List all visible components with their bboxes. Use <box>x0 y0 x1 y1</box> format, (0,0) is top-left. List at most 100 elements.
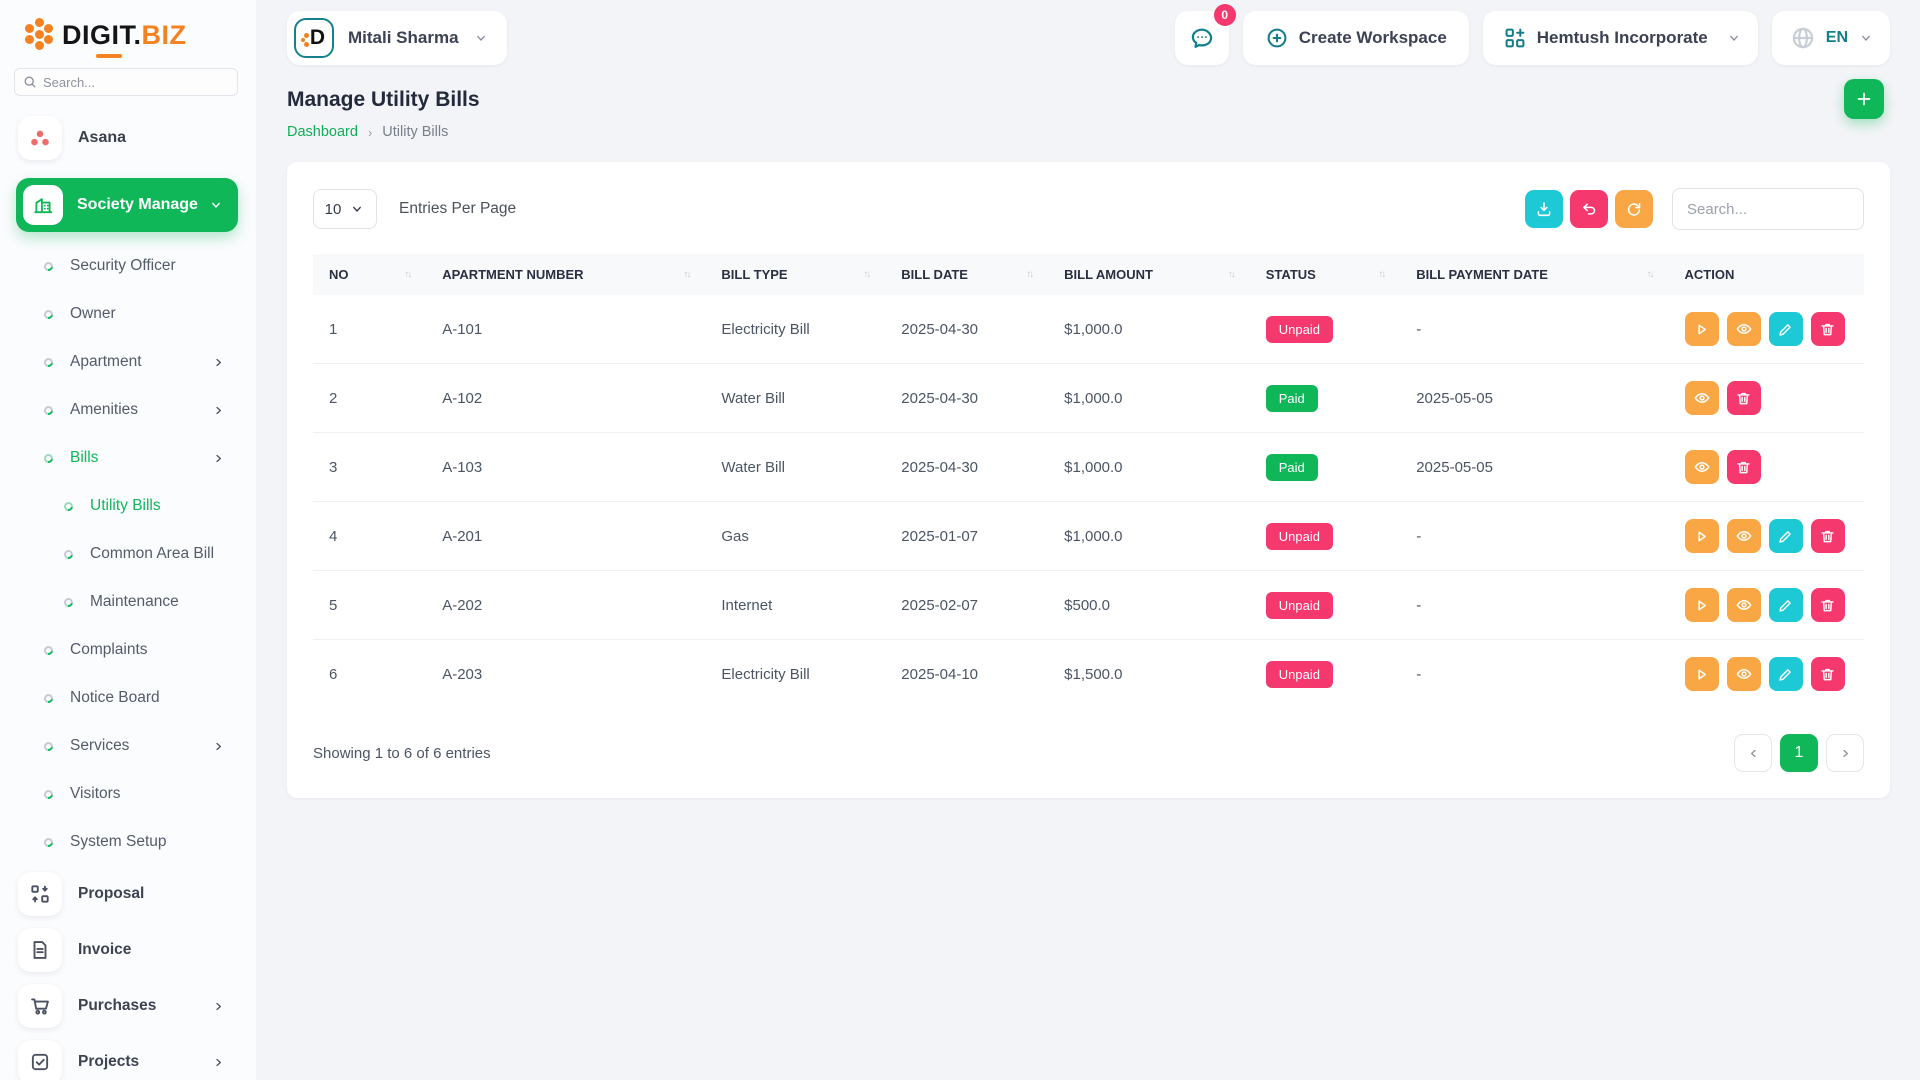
edit-button[interactable] <box>1769 519 1803 553</box>
sort-icon: ↑↓ <box>1026 269 1032 280</box>
column-header-bill-amount[interactable]: BILL AMOUNT↑↓ <box>1048 254 1250 295</box>
edit-button[interactable] <box>1769 588 1803 622</box>
delete-button[interactable] <box>1811 519 1845 553</box>
cell-action <box>1669 295 1864 364</box>
sidebar-search-input[interactable] <box>14 68 238 96</box>
column-header-action: ACTION <box>1669 254 1864 295</box>
sidebar-item-asana[interactable]: Asana <box>0 96 256 166</box>
sidebar-item-complaints[interactable]: Complaints <box>0 626 256 674</box>
pagination-prev-button[interactable] <box>1734 734 1772 772</box>
company-selector[interactable]: Hemtush Incorporate <box>1483 11 1758 65</box>
cell-bill-date: 2025-01-07 <box>885 502 1048 571</box>
trash-icon <box>1819 597 1836 614</box>
column-header-bill-payment-date[interactable]: BILL PAYMENT DATE↑↓ <box>1400 254 1668 295</box>
pay-button[interactable] <box>1685 588 1719 622</box>
delete-button[interactable] <box>1811 588 1845 622</box>
cell-bill-type: Water Bill <box>705 364 885 433</box>
view-button[interactable] <box>1685 381 1719 415</box>
chevron-right-icon <box>211 355 226 370</box>
sidebar-item-label: Owner <box>70 305 226 323</box>
sidebar-item-utility-bills[interactable]: Utility Bills <box>0 482 256 530</box>
brand-logo[interactable]: DIGIT.BIZ <box>0 14 256 52</box>
column-header-bill-date[interactable]: BILL DATE↑↓ <box>885 254 1048 295</box>
status-badge: Paid <box>1266 385 1318 412</box>
sidebar-item-amenities[interactable]: Amenities <box>0 386 256 434</box>
cell-bill-type: Internet <box>705 571 885 640</box>
workspace-user-name: Mitali Sharma <box>348 28 459 48</box>
table-row: 1A-101Electricity Bill2025-04-30$1,000.0… <box>313 295 1864 364</box>
breadcrumb-dashboard-link[interactable]: Dashboard <box>287 124 358 140</box>
sidebar-item-invoice[interactable]: Invoice <box>0 922 256 978</box>
pay-button[interactable] <box>1685 312 1719 346</box>
sidebar-item-bills[interactable]: Bills <box>0 434 256 482</box>
brand-name: DIGIT.BIZ <box>62 20 187 51</box>
download-button[interactable] <box>1525 190 1563 228</box>
asana-icon <box>18 116 62 160</box>
create-workspace-button[interactable]: Create Workspace <box>1243 11 1469 65</box>
sidebar-item-common-area-bill[interactable]: Common Area Bill <box>0 530 256 578</box>
chevron-down-icon <box>349 201 365 217</box>
language-selector[interactable]: EN <box>1772 11 1890 65</box>
sidebar-item-label: Asana <box>78 129 126 147</box>
column-header-apartment-number[interactable]: APARTMENT NUMBER↑↓ <box>426 254 705 295</box>
pagination-page-1-button[interactable]: 1 <box>1780 734 1818 772</box>
pagination-next-button[interactable] <box>1826 734 1864 772</box>
sidebar-item-proposal[interactable]: Proposal <box>0 866 256 922</box>
breadcrumb-current: Utility Bills <box>382 124 448 140</box>
chat-button[interactable]: 0 <box>1175 11 1229 65</box>
entries-per-page-select[interactable]: 10 <box>313 189 377 229</box>
cell-bill-date: 2025-02-07 <box>885 571 1048 640</box>
edit-button[interactable] <box>1769 657 1803 691</box>
sidebar-item-services[interactable]: Services <box>0 722 256 770</box>
delete-button[interactable] <box>1811 312 1845 346</box>
pay-button[interactable] <box>1685 657 1719 691</box>
delete-button[interactable] <box>1811 657 1845 691</box>
view-icon <box>1735 320 1753 338</box>
bullet-icon <box>42 260 55 273</box>
trash-icon <box>1819 666 1836 683</box>
sidebar-item-system-setup[interactable]: System Setup <box>0 818 256 866</box>
sidebar-group-society-manage[interactable]: Society Manage <box>16 178 238 232</box>
view-button[interactable] <box>1727 657 1761 691</box>
view-icon <box>1693 389 1711 407</box>
edit-button[interactable] <box>1769 312 1803 346</box>
refresh-button[interactable] <box>1615 190 1653 228</box>
sidebar-item-label: Security Officer <box>70 257 226 275</box>
table-row: 6A-203Electricity Bill2025-04-10$1,500.0… <box>313 640 1864 709</box>
undo-button[interactable] <box>1570 190 1608 228</box>
sidebar-item-apartment[interactable]: Apartment <box>0 338 256 386</box>
check-square-icon <box>18 1040 62 1080</box>
edit-icon <box>1777 321 1794 338</box>
table-search-input[interactable] <box>1672 188 1864 230</box>
entries-per-page-label: Entries Per Page <box>399 200 516 218</box>
view-icon <box>1693 458 1711 476</box>
chevron-right-icon <box>211 403 226 418</box>
bills-table: NO↑↓APARTMENT NUMBER↑↓BILL TYPE↑↓BILL DA… <box>313 254 1864 708</box>
add-bill-button[interactable] <box>1844 79 1884 119</box>
sidebar-item-security-officer[interactable]: Security Officer <box>0 242 256 290</box>
workspace-selector[interactable]: D Mitali Sharma <box>287 11 507 65</box>
sidebar-item-notice-board[interactable]: Notice Board <box>0 674 256 722</box>
column-header-bill-type[interactable]: BILL TYPE↑↓ <box>705 254 885 295</box>
sidebar-item-purchases[interactable]: Purchases <box>0 978 256 1034</box>
view-button[interactable] <box>1727 588 1761 622</box>
view-button[interactable] <box>1685 450 1719 484</box>
sidebar-item-owner[interactable]: Owner <box>0 290 256 338</box>
pay-icon <box>1693 528 1710 545</box>
trash-icon <box>1819 528 1836 545</box>
sidebar-item-projects[interactable]: Projects <box>0 1034 256 1080</box>
view-button[interactable] <box>1727 312 1761 346</box>
bullet-icon <box>42 836 55 849</box>
sidebar-item-visitors[interactable]: Visitors <box>0 770 256 818</box>
language-code: EN <box>1826 29 1848 47</box>
chevron-right-icon <box>1838 746 1853 761</box>
delete-button[interactable] <box>1727 450 1761 484</box>
view-button[interactable] <box>1727 519 1761 553</box>
sidebar-item-maintenance[interactable]: Maintenance <box>0 578 256 626</box>
pay-button[interactable] <box>1685 519 1719 553</box>
column-header-status[interactable]: STATUS↑↓ <box>1250 254 1400 295</box>
column-header-no[interactable]: NO↑↓ <box>313 254 426 295</box>
sidebar-item-label: Amenities <box>70 401 211 419</box>
delete-button[interactable] <box>1727 381 1761 415</box>
pay-icon <box>1693 666 1710 683</box>
